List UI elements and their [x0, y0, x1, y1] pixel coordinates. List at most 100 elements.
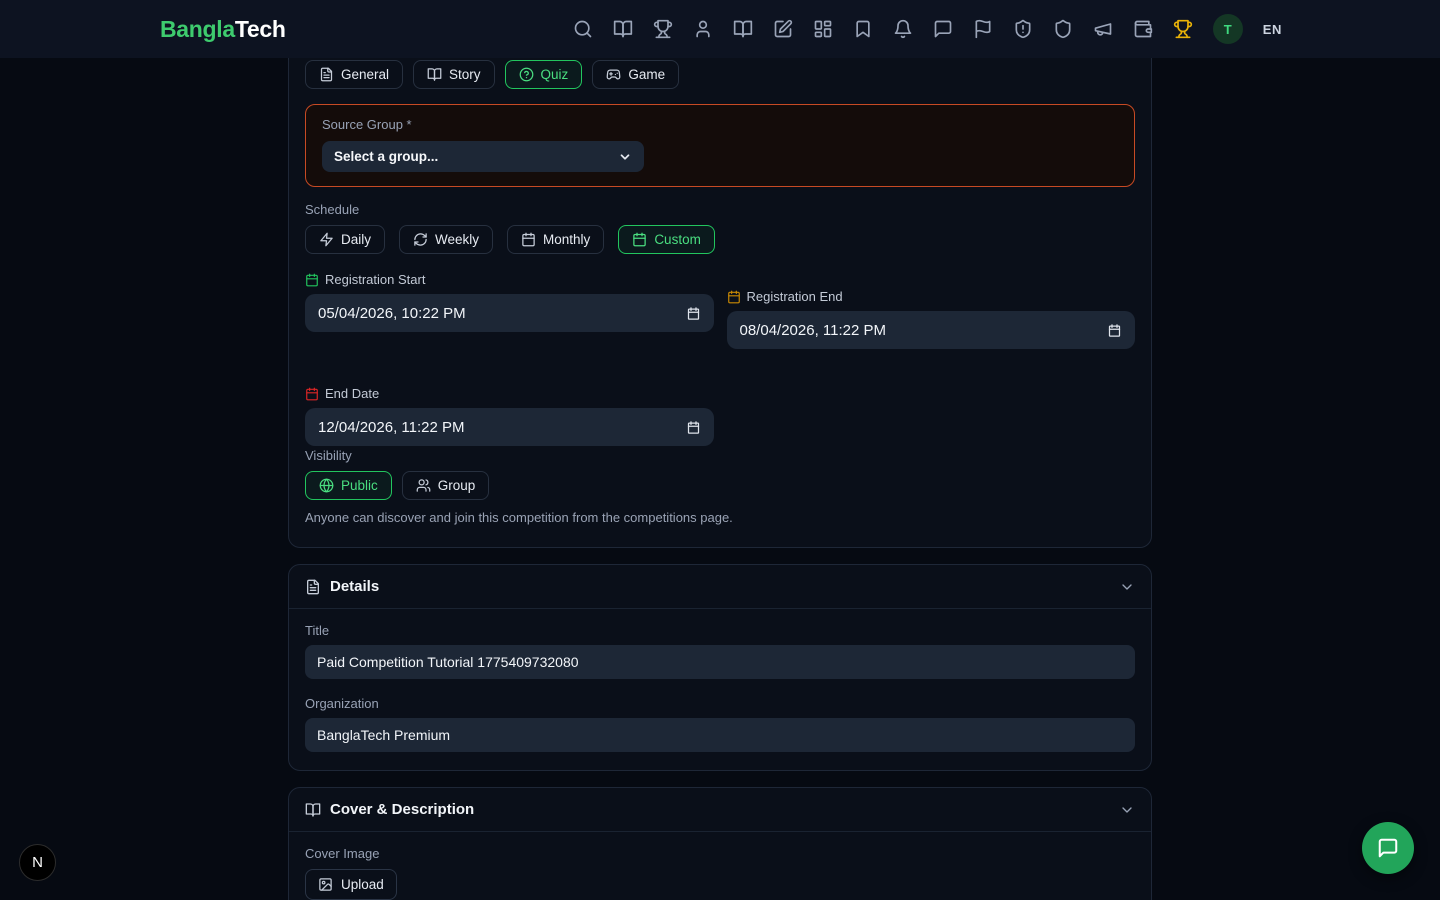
organization-input[interactable]: BanglaTech Premium	[305, 718, 1135, 752]
schedule-monthly-button[interactable]: Monthly	[507, 225, 604, 254]
visibility-label: Visibility	[305, 448, 1135, 463]
end-date-input[interactable]: 12/04/2026, 11:22 PM	[305, 408, 714, 446]
wallet-icon	[1133, 19, 1153, 39]
nav-announcements-button[interactable]	[1093, 19, 1113, 39]
details-section-title: Details	[330, 578, 1110, 595]
refresh-icon	[413, 232, 428, 247]
brand-name-secondary: Tech	[235, 16, 286, 42]
registration-end-input[interactable]: 08/04/2026, 11:22 PM	[727, 311, 1136, 349]
competition-editor: General Story Quiz Game Source Group * S…	[288, 0, 1152, 900]
calendar-icon	[521, 232, 536, 247]
nav-search-button[interactable]	[573, 19, 593, 39]
tab-label: Story	[449, 67, 481, 82]
gamepad-icon	[606, 67, 621, 82]
trophy-icon	[653, 19, 673, 39]
schedule-option-label: Custom	[654, 232, 701, 247]
avatar-initial: T	[1224, 22, 1232, 37]
app-header: BanglaTech	[0, 0, 1440, 58]
tab-quiz[interactable]: Quiz	[505, 60, 583, 89]
message-square-icon	[933, 19, 953, 39]
upload-button-label: Upload	[341, 877, 384, 892]
source-group-select[interactable]: Select a group...	[322, 141, 644, 172]
search-icon	[573, 19, 593, 39]
organization-label: Organization	[305, 696, 1135, 711]
cover-section-body: Cover Image Upload Description (rich tex…	[289, 832, 1151, 900]
visibility-option-label: Group	[438, 478, 476, 493]
nav-messages-button[interactable]	[933, 19, 953, 39]
language-switcher[interactable]: EN	[1263, 22, 1282, 37]
nav-courses-button[interactable]	[613, 19, 633, 39]
trophy-gold-icon	[1173, 19, 1193, 39]
tab-label: General	[341, 67, 389, 82]
schedule-daily-button[interactable]: Daily	[305, 225, 385, 254]
shield-alert-icon	[1013, 19, 1033, 39]
nav-library-button[interactable]	[733, 19, 753, 39]
details-section-body: Title Paid Competition Tutorial 17754097…	[289, 609, 1151, 770]
schedule-custom-button[interactable]: Custom	[618, 225, 715, 254]
date-picker-icon[interactable]	[686, 306, 701, 321]
tab-general[interactable]: General	[305, 60, 403, 89]
nav-profile-button[interactable]	[693, 19, 713, 39]
date-picker-icon[interactable]	[686, 420, 701, 435]
schedule-weekly-button[interactable]: Weekly	[399, 225, 493, 254]
dev-tools-badge[interactable]: N	[19, 844, 56, 881]
details-section-header[interactable]: Details	[289, 565, 1151, 609]
source-group-error-box: Source Group * Select a group...	[305, 104, 1135, 187]
brand-logo[interactable]: BanglaTech	[160, 16, 286, 43]
nav-reports-button[interactable]	[973, 19, 993, 39]
chat-bubble-icon	[1377, 837, 1399, 859]
nav-wallet-button[interactable]	[1133, 19, 1153, 39]
end-date-label: End Date	[325, 386, 379, 401]
visibility-public-button[interactable]: Public	[305, 471, 392, 500]
visibility-option-label: Public	[341, 478, 378, 493]
library-book-icon	[733, 19, 753, 39]
title-input[interactable]: Paid Competition Tutorial 1775409732080	[305, 645, 1135, 679]
tab-game[interactable]: Game	[592, 60, 679, 89]
layout-grid-icon	[813, 19, 833, 39]
cover-image-label: Cover Image	[305, 846, 1135, 861]
nav-compose-button[interactable]	[773, 19, 793, 39]
user-avatar[interactable]: T	[1213, 14, 1243, 44]
image-icon	[318, 877, 333, 892]
globe-icon	[319, 478, 334, 493]
file-text-icon	[319, 67, 334, 82]
title-field: Title Paid Competition Tutorial 17754097…	[305, 623, 1135, 679]
chevron-down-icon	[618, 150, 632, 164]
registration-end-value: 08/04/2026, 11:22 PM	[740, 322, 887, 339]
details-card: Details Title Paid Competition Tutorial …	[288, 564, 1152, 771]
date-grid-spacer	[727, 386, 1136, 446]
tab-label: Quiz	[541, 67, 569, 82]
visibility-group-button[interactable]: Group	[402, 471, 490, 500]
nav-security-button[interactable]	[1053, 19, 1073, 39]
calendar-icon	[632, 232, 647, 247]
nav-bookmarks-button[interactable]	[853, 19, 873, 39]
upload-cover-button[interactable]: Upload	[305, 869, 397, 900]
calendar-yellow-icon	[727, 290, 741, 304]
registration-end-field: Registration End 08/04/2026, 11:22 PM	[727, 289, 1136, 349]
megaphone-icon	[1093, 19, 1113, 39]
shield-icon	[1053, 19, 1073, 39]
edit-pen-icon	[773, 19, 793, 39]
date-picker-icon[interactable]	[1107, 323, 1122, 338]
registration-start-input[interactable]: 05/04/2026, 10:22 PM	[305, 294, 714, 332]
book-open-icon	[613, 19, 633, 39]
registration-start-label: Registration Start	[325, 272, 425, 287]
chat-fab-button[interactable]	[1362, 822, 1414, 874]
tab-story[interactable]: Story	[413, 60, 495, 89]
chevron-down-icon	[1119, 579, 1135, 595]
header-nav: T EN	[573, 14, 1282, 44]
brand-name-primary: Bangla	[160, 16, 235, 42]
schedule-option-label: Weekly	[435, 232, 479, 247]
nav-dashboard-button[interactable]	[813, 19, 833, 39]
cover-section-title: Cover & Description	[330, 801, 1110, 818]
nav-moderation-button[interactable]	[1013, 19, 1033, 39]
nav-competitions-active-button[interactable]	[1173, 19, 1193, 39]
nav-notifications-button[interactable]	[893, 19, 913, 39]
nav-competitions-button[interactable]	[653, 19, 673, 39]
zap-icon	[319, 232, 334, 247]
registration-end-label: Registration End	[747, 289, 843, 304]
source-group-label: Source Group *	[322, 117, 1118, 132]
cover-section-header[interactable]: Cover & Description	[289, 788, 1151, 832]
calendar-red-icon	[305, 387, 319, 401]
tab-label: Game	[628, 67, 665, 82]
